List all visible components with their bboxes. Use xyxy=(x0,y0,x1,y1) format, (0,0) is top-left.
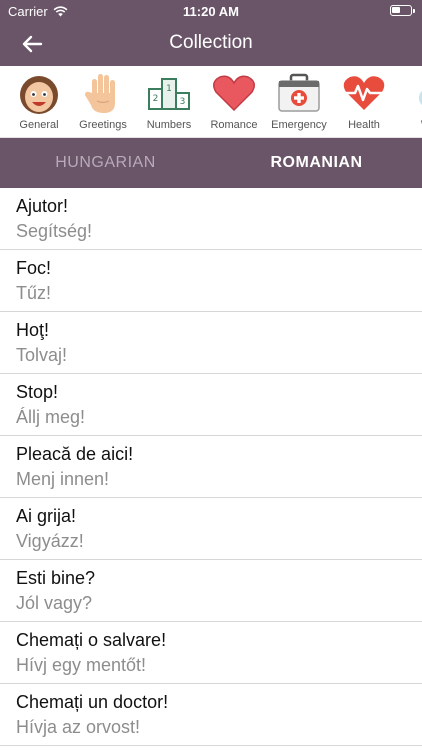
phrase-list: Ajutor! Segítség! Foc! Tűz! Hoţ! Tolvaj!… xyxy=(0,188,422,750)
phrase-translation: Hívj egy mentőt! xyxy=(16,655,147,675)
phrase-translation: Segítség! xyxy=(16,221,93,241)
list-item[interactable]: Stop! Állj meg! xyxy=(0,374,422,436)
phrase-translation: Menj innen! xyxy=(16,469,110,489)
phrase-text: Chemați o salvare! xyxy=(16,630,167,650)
clock: 11:20 AM xyxy=(183,4,239,19)
heart-icon xyxy=(213,75,255,112)
svg-text:3: 3 xyxy=(180,97,186,107)
first-aid-kit-icon xyxy=(278,73,320,112)
phrase-text: Ajutor! xyxy=(16,196,69,216)
phrase-text: Chemați un doctor! xyxy=(16,692,169,712)
svg-text:1: 1 xyxy=(166,84,172,94)
svg-text:2: 2 xyxy=(153,94,159,104)
category-label: Health xyxy=(348,119,380,131)
phrase-text: Pleacă de aici! xyxy=(16,444,134,464)
smiling-girl-icon xyxy=(20,76,58,114)
phrase-text: Ai grija! xyxy=(16,506,77,526)
phrase-translation: Vigyázz! xyxy=(16,531,84,551)
status-bar: Carrier 11:20 AM xyxy=(0,0,422,22)
list-item[interactable]: Chemați un doctor! Hívja az orvost! xyxy=(0,684,422,746)
category-health[interactable]: Health xyxy=(333,70,395,134)
category-general[interactable]: General xyxy=(8,70,70,134)
battery-icon xyxy=(390,5,415,16)
waving-hand-icon xyxy=(85,74,115,113)
phrase-text: Stop! xyxy=(16,382,59,402)
phrase-translation: Állj meg! xyxy=(16,407,86,427)
list-item[interactable]: Hoţ! Tolvaj! xyxy=(0,312,422,374)
heartbeat-icon xyxy=(343,76,385,110)
category-numbers[interactable]: 2 1 3 Numbers xyxy=(138,70,200,134)
tab-romanian[interactable]: ROMANIAN xyxy=(211,138,422,188)
phrase-text: Esti bine? xyxy=(16,568,96,588)
list-item[interactable]: Ai grija! Vigyázz! xyxy=(0,498,422,560)
partial-category-icon xyxy=(419,90,422,106)
phrase-translation: Tolvaj! xyxy=(16,345,68,365)
list-item[interactable]: Foc! Tűz! xyxy=(0,250,422,312)
page-title: Collection xyxy=(169,32,253,53)
category-label: Romance xyxy=(210,119,258,131)
category-partial[interactable]: We xyxy=(398,70,422,134)
category-greetings[interactable]: Greetings xyxy=(72,70,134,134)
phrase-text: Hoţ! xyxy=(16,320,50,340)
navigation-bar: Collection xyxy=(0,22,422,66)
app-header: Carrier 11:20 AM Collection xyxy=(0,0,422,66)
category-label: We xyxy=(398,119,422,131)
category-romance[interactable]: Romance xyxy=(203,70,265,134)
phrase-translation: Hívja az orvost! xyxy=(16,717,141,737)
list-item[interactable]: Chemați o salvare! Hívj egy mentőt! xyxy=(0,622,422,684)
list-item[interactable]: Pleacă de aici! Menj innen! xyxy=(0,436,422,498)
podium-123-icon: 2 1 3 xyxy=(148,78,190,110)
tab-hungarian[interactable]: HUNGARIAN xyxy=(0,138,211,188)
category-emergency[interactable]: Emergency xyxy=(268,70,330,134)
category-label: General xyxy=(19,119,59,131)
list-item[interactable]: Ajutor! Segítség! xyxy=(0,188,422,250)
phrase-text: Foc! xyxy=(16,258,52,278)
phrase-translation: Jól vagy? xyxy=(16,593,93,613)
category-strip[interactable]: General Greetings 2 1 3 Numbers Romance … xyxy=(0,66,422,138)
category-label: Greetings xyxy=(79,119,127,131)
list-item[interactable]: Esti bine? Jól vagy? xyxy=(0,560,422,622)
category-label: Numbers xyxy=(146,119,192,131)
language-tabs: HUNGARIAN ROMANIAN xyxy=(0,138,422,188)
category-label: Emergency xyxy=(271,119,327,131)
phrase-translation: Tűz! xyxy=(16,283,52,303)
